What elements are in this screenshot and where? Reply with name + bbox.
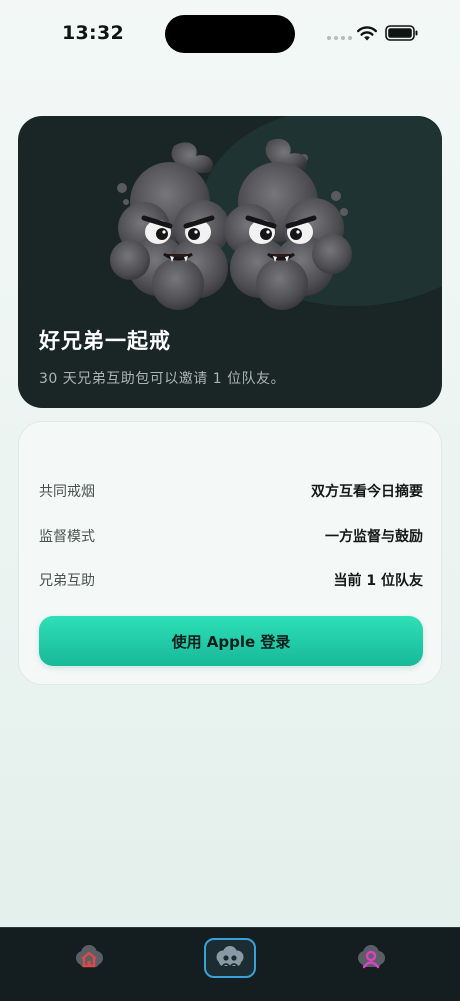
tab-home[interactable]: [63, 938, 115, 978]
info-label: 兄弟互助: [39, 573, 95, 589]
info-label: 监督模式: [39, 529, 95, 545]
battery-icon: [385, 25, 418, 41]
info-row-supervision-mode: 监督模式 一方监督与鼓励: [39, 524, 423, 548]
info-label: 共同戒烟: [39, 484, 95, 500]
info-value: 一方监督与鼓励: [325, 529, 423, 545]
right-smoke-buddy: [224, 138, 352, 310]
dynamic-island: [165, 15, 295, 53]
info-row-shared-quit: 共同戒烟 双方互看今日摘要: [39, 479, 423, 503]
info-value: 双方互看今日摘要: [311, 484, 423, 500]
wifi-icon: [357, 26, 377, 41]
home-icon: [76, 945, 103, 968]
smoke-buddies-illustration: [110, 138, 352, 310]
buddies-icon: [216, 946, 244, 968]
cellular-signal-icon: [327, 36, 352, 40]
tab-buddies[interactable]: [204, 938, 256, 978]
info-row-buddy-help: 兄弟互助 当前 1 位队友: [39, 568, 423, 592]
left-smoke-buddy: [110, 142, 230, 310]
hero-subtitle: 30 天兄弟互助包可以邀请 1 位队友。: [39, 371, 286, 387]
sign-in-with-apple-button[interactable]: 使用 Apple 登录: [39, 616, 423, 666]
hero-card: 好兄弟一起戒 30 天兄弟互助包可以邀请 1 位队友。: [18, 116, 442, 408]
status-bar: 13:32: [0, 0, 460, 60]
info-card: 共同戒烟 双方互看今日摘要 监督模式 一方监督与鼓励 兄弟互助 当前 1 位队友…: [18, 421, 442, 685]
hero-title: 好兄弟一起戒: [39, 329, 171, 353]
bottom-tab-bar: [0, 927, 460, 1001]
info-value: 当前 1 位队友: [333, 573, 424, 589]
tab-profile[interactable]: [345, 938, 397, 978]
profile-icon: [358, 945, 385, 969]
status-time: 13:32: [62, 22, 124, 44]
